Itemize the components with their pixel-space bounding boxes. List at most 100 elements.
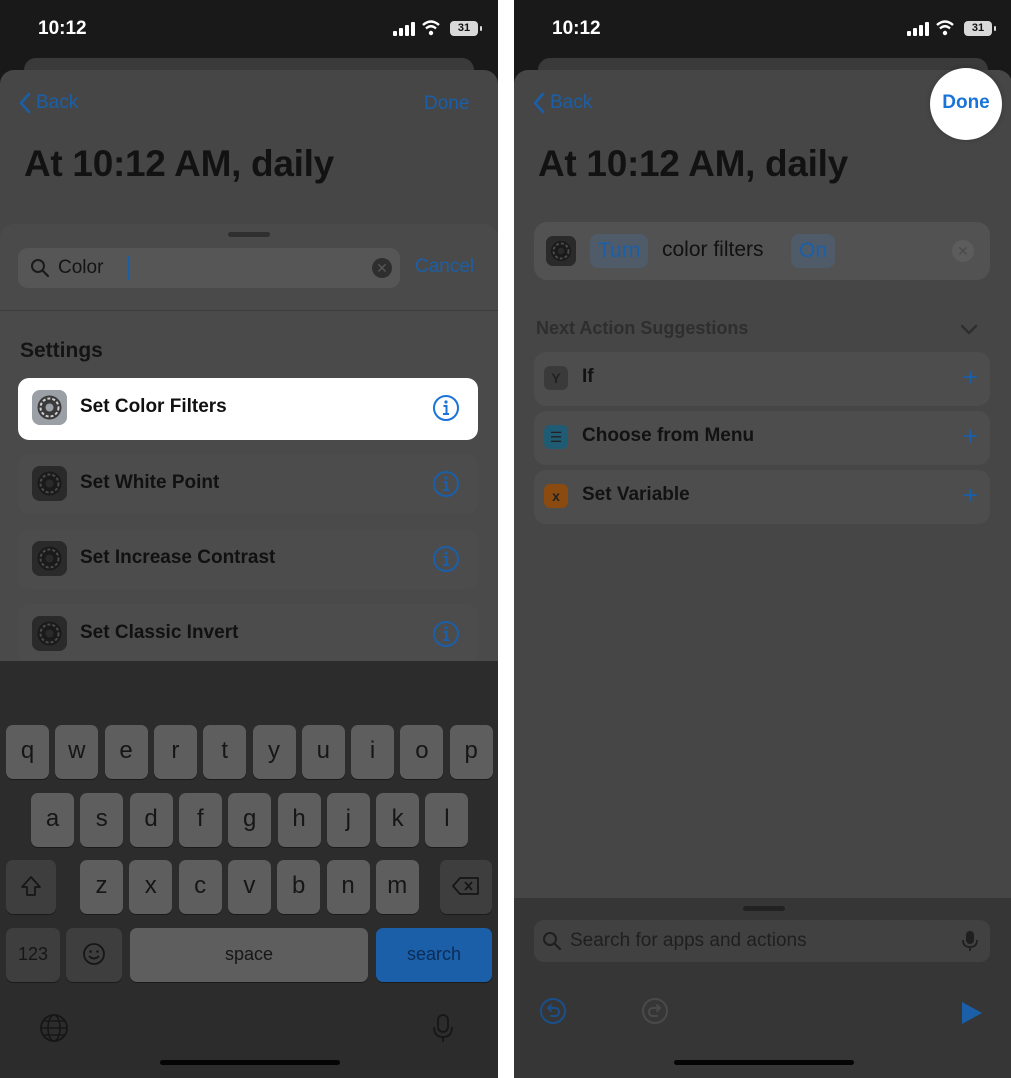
backspace-icon [452, 877, 479, 895]
key-f[interactable]: f [178, 793, 222, 847]
key-k[interactable]: k [376, 793, 420, 847]
chevron-left-icon [19, 92, 31, 114]
sheet-grabber[interactable] [743, 906, 785, 911]
key-q[interactable]: q [6, 725, 49, 779]
result-label: Set White Point [80, 472, 220, 493]
shift-icon [21, 876, 41, 896]
add-icon[interactable]: + [963, 423, 978, 449]
info-icon[interactable] [432, 620, 460, 648]
home-indicator [160, 1060, 340, 1065]
suggestion-set-variable[interactable]: x Set Variable + [534, 470, 990, 524]
cancel-button[interactable]: Cancel [415, 256, 474, 278]
status-bar: 10:12 31 [0, 0, 498, 60]
page-title: At 10:12 AM, daily [538, 143, 848, 184]
back-button[interactable]: Back [18, 92, 78, 114]
key-z[interactable]: z [80, 860, 123, 914]
key-a[interactable]: a [31, 793, 74, 847]
key-x[interactable]: x [129, 860, 173, 914]
cellular-signal-icon [393, 22, 415, 36]
wifi-icon [936, 20, 954, 36]
result-set-white-point[interactable]: Set White Point [18, 454, 478, 514]
key-c[interactable]: c [178, 860, 222, 914]
back-label: Back [36, 92, 79, 113]
result-label: Set Increase Contrast [80, 547, 276, 568]
search-input[interactable]: Search for apps and actions [534, 920, 990, 962]
result-set-classic-invert[interactable]: Set Classic Invert [18, 604, 478, 664]
status-time: 10:12 [552, 18, 601, 39]
battery-icon: 31 [964, 21, 996, 36]
key-b[interactable]: b [277, 860, 321, 914]
panel-separator [498, 0, 514, 1078]
key-s[interactable]: s [80, 793, 124, 847]
divider [0, 310, 498, 311]
action-card-color-filters[interactable]: Turn color filters On ✕ [534, 222, 990, 280]
action-verb-token[interactable]: Turn [590, 234, 649, 268]
suggestion-choose-from-menu[interactable]: ☰ Choose from Menu + [534, 411, 990, 465]
suggestion-label: Choose from Menu [582, 425, 755, 446]
delete-key[interactable] [440, 860, 492, 914]
info-icon[interactable] [432, 470, 460, 498]
page-title: At 10:12 AM, daily [24, 143, 334, 184]
add-icon[interactable]: + [963, 364, 978, 390]
emoji-icon [83, 943, 105, 965]
done-button[interactable]: Done [424, 93, 469, 115]
numbers-key[interactable]: 123 [6, 928, 60, 982]
key-t[interactable]: t [203, 725, 247, 779]
play-icon[interactable] [956, 998, 986, 1028]
info-icon[interactable] [432, 545, 460, 573]
microphone-icon[interactable] [962, 930, 978, 952]
key-d[interactable]: d [129, 793, 173, 847]
microphone-icon[interactable] [428, 1013, 458, 1043]
settings-gear-icon [32, 390, 67, 425]
key-e[interactable]: e [104, 725, 148, 779]
key-h[interactable]: h [277, 793, 321, 847]
status-bar: 10:12 31 [514, 0, 1011, 60]
result-set-color-filters[interactable]: Set Color Filters [18, 378, 478, 440]
settings-gear-icon [32, 616, 67, 651]
key-y[interactable]: y [252, 725, 296, 779]
space-key[interactable]: space [130, 928, 368, 982]
sheet-grabber[interactable] [228, 232, 270, 237]
chevron-down-icon[interactable] [958, 318, 980, 340]
key-p[interactable]: p [449, 725, 493, 779]
chevron-left-icon [533, 92, 545, 114]
cellular-signal-icon [907, 22, 929, 36]
key-o[interactable]: o [400, 725, 444, 779]
key-v[interactable]: v [227, 860, 271, 914]
suggestions-header: Next Action Suggestions [536, 318, 749, 338]
undo-icon[interactable] [538, 996, 568, 1026]
key-n[interactable]: n [326, 860, 370, 914]
emoji-key[interactable] [66, 928, 122, 982]
search-key[interactable]: search [376, 928, 492, 982]
key-u[interactable]: u [301, 725, 345, 779]
search-query: Color [58, 257, 104, 278]
keyboard: qwertyuiop asdfghjkl zxcvbnm 123 space s… [0, 661, 498, 1078]
key-l[interactable]: l [425, 793, 469, 847]
globe-icon[interactable] [39, 1013, 69, 1043]
variable-icon: x [544, 484, 568, 508]
key-j[interactable]: j [326, 793, 370, 847]
key-g[interactable]: g [228, 793, 272, 847]
key-m[interactable]: m [375, 860, 419, 914]
key-w[interactable]: w [55, 725, 99, 779]
remove-action-icon[interactable]: ✕ [952, 240, 974, 262]
key-r[interactable]: r [153, 725, 197, 779]
settings-gear-icon [32, 466, 67, 501]
add-icon[interactable]: + [963, 482, 978, 508]
key-i[interactable]: i [351, 725, 395, 779]
action-state-token[interactable]: On [791, 234, 836, 268]
redo-icon[interactable] [640, 996, 670, 1026]
search-input[interactable]: Color ✕ [18, 248, 400, 288]
search-icon [31, 259, 50, 278]
suggestion-if[interactable]: Y If + [534, 352, 990, 406]
done-label: Done [942, 92, 990, 113]
result-label: Set Color Filters [80, 396, 227, 417]
info-icon[interactable] [432, 394, 460, 422]
home-indicator [674, 1060, 854, 1065]
done-button[interactable]: Done [930, 68, 1002, 140]
shift-key[interactable] [6, 860, 56, 914]
menu-icon: ☰ [544, 425, 568, 449]
back-button[interactable]: Back [532, 92, 592, 114]
clear-search-icon[interactable]: ✕ [372, 258, 392, 278]
result-set-increase-contrast[interactable]: Set Increase Contrast [18, 529, 478, 589]
